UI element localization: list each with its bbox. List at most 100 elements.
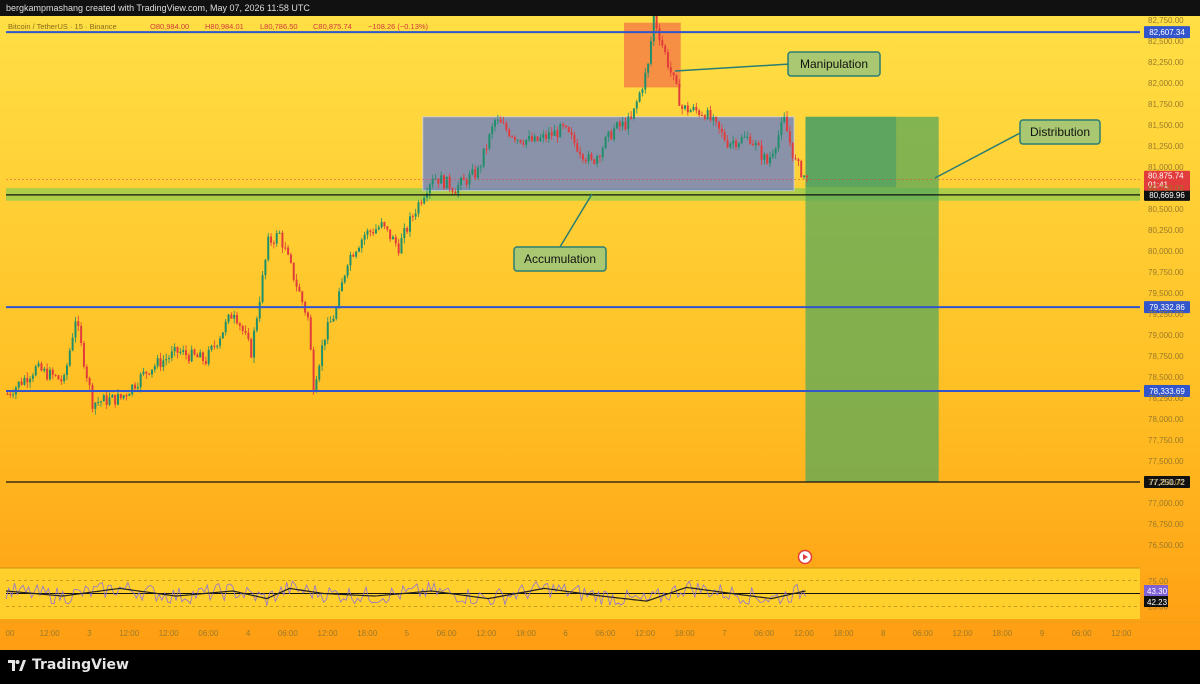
candle-body bbox=[570, 132, 573, 135]
candle-body bbox=[151, 369, 153, 375]
price-tick: 78,750.00 bbox=[1148, 352, 1184, 361]
candle-body bbox=[479, 166, 482, 168]
candle-body bbox=[675, 75, 678, 84]
time-tick: 06:00 bbox=[913, 629, 934, 638]
time-tick: 7 bbox=[722, 629, 727, 638]
candle-body bbox=[340, 282, 343, 292]
chart-background bbox=[0, 16, 1200, 650]
candle-body bbox=[179, 351, 182, 353]
candle-body bbox=[116, 394, 119, 405]
candle-body bbox=[29, 378, 32, 383]
price-tick: 80,250.00 bbox=[1148, 226, 1184, 235]
candle-body bbox=[686, 105, 689, 113]
distribution-entry-zone bbox=[805, 116, 897, 188]
candle-body bbox=[457, 185, 460, 194]
candle-body bbox=[763, 154, 766, 160]
candle-body bbox=[255, 318, 258, 331]
candle-body bbox=[797, 159, 800, 161]
candle-body bbox=[26, 377, 29, 383]
price-tick: 82,500.00 bbox=[1148, 37, 1184, 46]
level-tag-label: 82,607.34 bbox=[1149, 28, 1185, 37]
candle-body bbox=[641, 89, 644, 93]
candle-body bbox=[414, 213, 417, 217]
annotation-manipulation-label: Manipulation bbox=[800, 57, 868, 71]
candle-body bbox=[579, 151, 582, 155]
candle-body bbox=[210, 345, 213, 350]
candle-body bbox=[219, 338, 222, 346]
candle-body bbox=[689, 110, 692, 113]
candle-body bbox=[423, 197, 426, 204]
candle-body bbox=[23, 377, 26, 385]
candle-body bbox=[443, 175, 445, 189]
time-tick: 5 bbox=[405, 629, 410, 638]
candle-body bbox=[754, 142, 757, 146]
legend-high: H80,984.01 bbox=[205, 22, 244, 31]
candle-body bbox=[417, 202, 420, 214]
candle-body bbox=[539, 137, 542, 141]
candle-body bbox=[264, 259, 267, 276]
candle-body bbox=[9, 393, 12, 395]
candle-body bbox=[153, 366, 156, 370]
candle-body bbox=[6, 393, 9, 395]
legend-low: L80,786.50 bbox=[260, 22, 298, 31]
candle-body bbox=[134, 384, 136, 389]
price-tick: 81,500.00 bbox=[1148, 121, 1184, 130]
chart-canvas[interactable]: 82,607.3480,669.9679,332.8678,333.6977,2… bbox=[0, 16, 1200, 650]
tradingview-brand[interactable]: TradingView bbox=[8, 655, 129, 675]
candle-body bbox=[400, 237, 403, 254]
candle-body bbox=[718, 121, 720, 129]
candle-body bbox=[576, 143, 579, 152]
candle-body bbox=[669, 67, 672, 73]
candle-body bbox=[374, 229, 377, 234]
time-tick: 6 bbox=[563, 629, 568, 638]
candle-body bbox=[397, 243, 400, 254]
brand-name: TradingView bbox=[32, 657, 129, 673]
candle-body bbox=[182, 350, 185, 352]
candle-body bbox=[596, 155, 599, 164]
candle-body bbox=[221, 332, 224, 339]
price-tick: 77,000.00 bbox=[1148, 499, 1184, 508]
candle-body bbox=[323, 339, 326, 346]
candle-body bbox=[678, 83, 681, 106]
candle-body bbox=[771, 153, 774, 157]
candle-body bbox=[51, 369, 54, 375]
candle-body bbox=[590, 154, 593, 160]
candle-body bbox=[661, 40, 664, 46]
chart-frame[interactable]: 82,607.34 80,669.96 79,332.86 78,333.69 77,2… bbox=[0, 16, 1200, 650]
time-tick: 12:00 bbox=[159, 629, 180, 638]
candle-body bbox=[743, 136, 746, 138]
candle-body bbox=[230, 314, 233, 319]
candle-body bbox=[46, 368, 49, 380]
candle-body bbox=[604, 136, 607, 149]
candle-body bbox=[326, 322, 329, 340]
candle-body bbox=[162, 360, 165, 368]
candle-body bbox=[508, 129, 511, 137]
candle-body bbox=[57, 375, 60, 380]
candle-body bbox=[505, 123, 508, 130]
candle-body bbox=[445, 176, 448, 189]
chart-credit: bergkampmashang created with TradingView… bbox=[6, 3, 310, 13]
candle-body bbox=[74, 321, 77, 338]
candle-body bbox=[559, 124, 562, 138]
candle-body bbox=[740, 137, 743, 144]
candle-body bbox=[185, 350, 188, 356]
candle-body bbox=[43, 368, 46, 371]
candle-body bbox=[581, 154, 584, 160]
candle-body bbox=[556, 130, 559, 138]
candle-body bbox=[516, 139, 519, 141]
candle-body bbox=[312, 349, 315, 393]
candle-body bbox=[270, 236, 273, 243]
time-tick: 06:00 bbox=[437, 629, 458, 638]
candle-body bbox=[720, 128, 723, 133]
candle-body bbox=[485, 148, 488, 150]
candle-body bbox=[491, 126, 494, 135]
candle-body bbox=[635, 101, 638, 109]
candle-body bbox=[131, 384, 134, 395]
candle-body bbox=[139, 374, 142, 388]
candle-body bbox=[332, 318, 335, 322]
candle-body bbox=[618, 122, 621, 127]
candle-body bbox=[482, 148, 485, 167]
candle-body bbox=[638, 92, 641, 102]
replay-icon[interactable] bbox=[797, 549, 813, 565]
candle-body bbox=[216, 345, 219, 347]
